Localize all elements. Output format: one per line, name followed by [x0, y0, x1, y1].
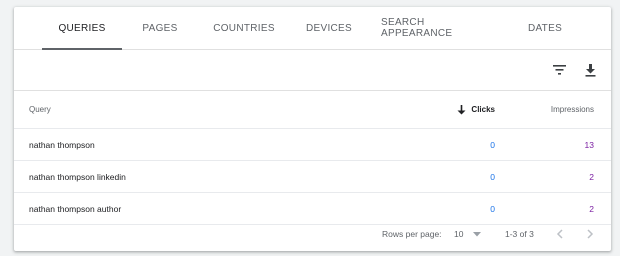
column-header-query[interactable]: Query: [29, 91, 51, 128]
column-header-impressions[interactable]: Impressions: [551, 91, 594, 128]
table-row[interactable]: nathan thompson linkedin 0 2: [14, 161, 611, 193]
queries-table: Query Clicks Impressions nathan thompson…: [14, 91, 611, 225]
chevron-left-icon: [556, 229, 563, 239]
table-header-row: Query Clicks Impressions: [14, 91, 611, 129]
tab-pages[interactable]: PAGES: [132, 7, 188, 49]
tab-countries[interactable]: COUNTRIES: [209, 7, 279, 49]
tab-search-appearance[interactable]: SEARCH APPEARANCE: [381, 7, 493, 49]
tab-devices[interactable]: DEVICES: [301, 7, 357, 49]
column-header-clicks[interactable]: Clicks: [457, 91, 495, 128]
clicks-cell: 0: [490, 139, 495, 150]
arrow-down-icon: [457, 104, 466, 114]
filter-icon: [552, 65, 566, 75]
table-toolbar: [14, 50, 611, 91]
rows-per-page-select[interactable]: 10: [454, 217, 484, 251]
download-button[interactable]: [582, 62, 598, 78]
tab-dates[interactable]: DATES: [517, 7, 573, 49]
table-row[interactable]: nathan thompson 0 13: [14, 129, 611, 161]
impressions-cell: 13: [584, 139, 594, 150]
rows-per-page-value: 10: [454, 229, 464, 239]
tab-queries[interactable]: QUERIES: [42, 7, 122, 50]
download-icon: [585, 63, 595, 77]
chevron-right-icon: [587, 229, 594, 239]
query-cell: nathan thompson: [29, 139, 95, 150]
pagination-bar: Rows per page: 10 1-3 of 3: [14, 217, 611, 251]
next-page-button[interactable]: [587, 217, 594, 251]
performance-card: QUERIES PAGES COUNTRIES DEVICES SEARCH A…: [14, 7, 611, 251]
tab-bar: QUERIES PAGES COUNTRIES DEVICES SEARCH A…: [14, 7, 611, 50]
column-header-clicks-label: Clicks: [471, 105, 495, 114]
impressions-cell: 2: [589, 171, 594, 182]
previous-page-button[interactable]: [556, 217, 563, 251]
clicks-cell: 0: [490, 171, 495, 182]
rows-per-page-label: Rows per page:: [382, 229, 442, 239]
filter-button[interactable]: [551, 62, 567, 78]
query-cell: nathan thompson linkedin: [29, 171, 126, 182]
page-range: 1-3 of 3: [505, 229, 534, 239]
dropdown-arrow-icon: [473, 231, 482, 236]
